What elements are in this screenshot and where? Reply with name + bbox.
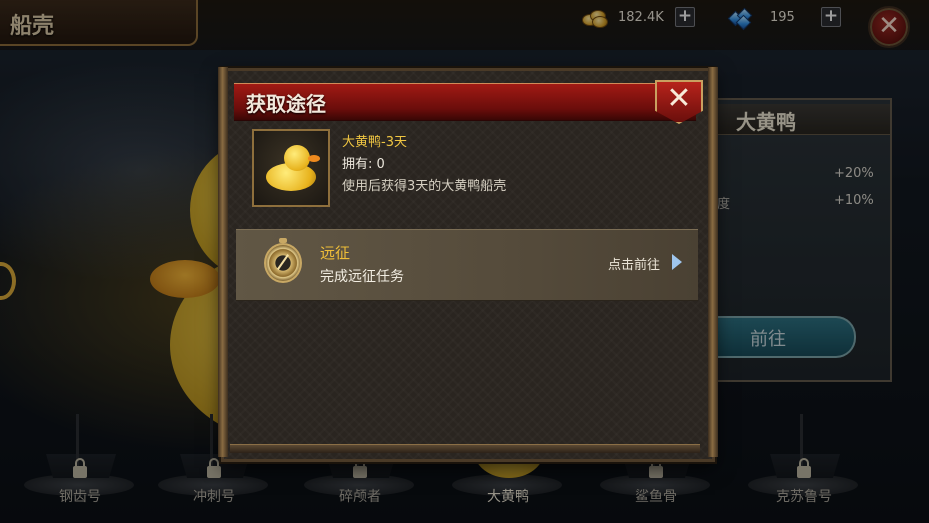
source-description: 完成远征任务 (320, 269, 404, 285)
source-title: 远征 (320, 244, 351, 262)
close-icon: ✕ (666, 81, 692, 116)
item-description: 使用后获得3天的大黄鸭船壳 (342, 179, 507, 194)
item-icon-frame (252, 129, 330, 207)
duck-icon-head (284, 145, 310, 171)
modal-close-button[interactable]: ✕ (655, 80, 703, 124)
item-owned-count: 拥有: 0 (342, 157, 385, 172)
item-name: 大黄鸭-3天 (342, 135, 407, 150)
compass-icon (264, 238, 302, 283)
acquisition-modal: 获取途径 ✕ 大黄鸭-3天 拥有: 0 使用后获得3天的大黄鸭船壳 远征 完成远… (218, 67, 718, 462)
modal-title: 获取途径 (246, 92, 326, 116)
source-goto-link[interactable]: 点击前往 (608, 254, 660, 273)
modal-bottom-rail (230, 444, 700, 453)
modal-left-pillar (218, 67, 228, 457)
duck-icon-beak (308, 155, 320, 162)
game-scene: 船壳 182.4K + 195 + ✕ 大黄鸭 +20% 速度 (0, 0, 929, 523)
modal-header: 获取途径 ✕ (234, 80, 703, 124)
source-row-expedition[interactable]: 远征 完成远征任务 点击前往 (236, 229, 698, 301)
arrow-right-icon[interactable] (672, 254, 682, 270)
modal-right-pillar (708, 67, 718, 457)
